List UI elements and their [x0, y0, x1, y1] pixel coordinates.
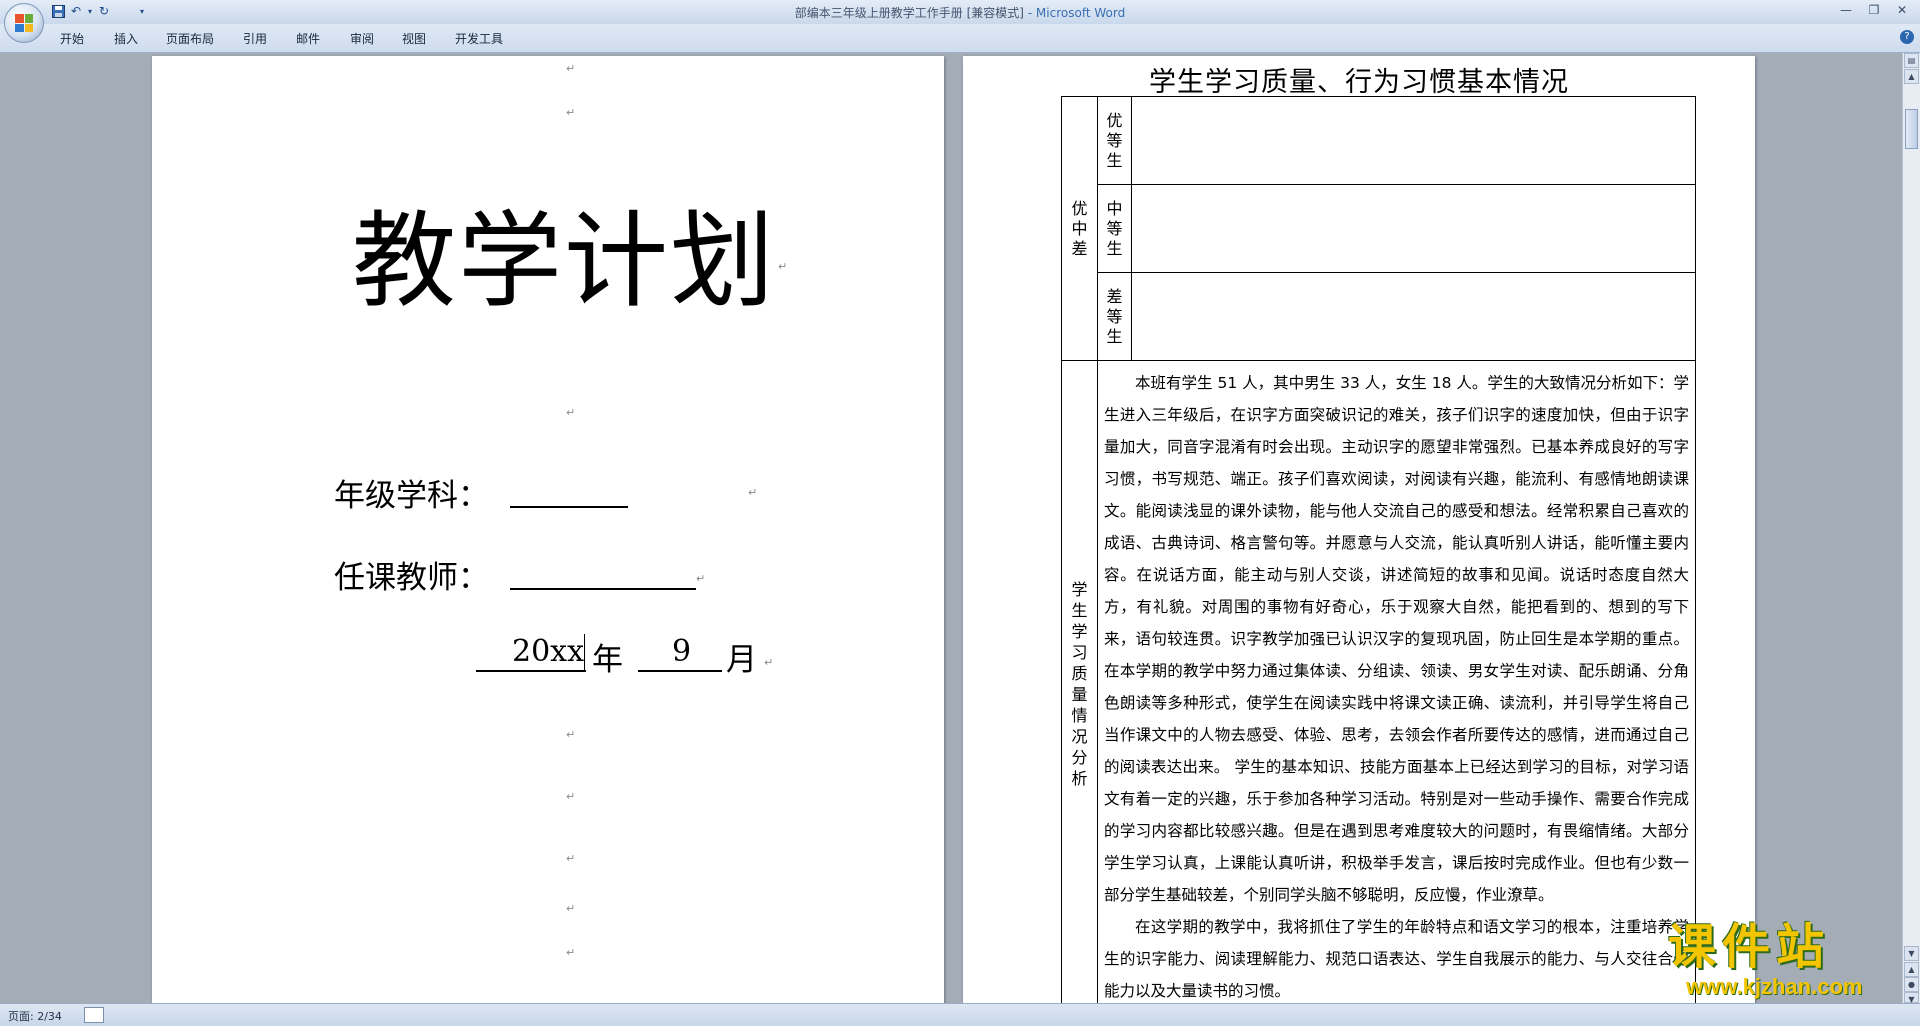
ruler-toggle-icon[interactable]: ▤	[1904, 53, 1919, 68]
plan-paragraph: 在这学期的教学中，我将抓住了学生的年龄特点和语文学习的根本，注重培养学生的识字能…	[1104, 918, 1689, 1000]
office-logo-icon	[15, 14, 33, 32]
year-underline	[476, 670, 586, 672]
table-row: 中等生	[1062, 184, 1696, 273]
document-workspace[interactable]: ↵ ↵ 教学计划 ↵ ↵ 年级学科： ↵ 任课教师： ↵ 20xx 年 9 月 …	[0, 53, 1903, 1003]
low-students-cell[interactable]	[1131, 272, 1696, 361]
level-label-cell: 差等生	[1097, 272, 1132, 361]
year-unit: 年	[592, 642, 623, 678]
previous-page-icon[interactable]: ▲	[1904, 962, 1919, 977]
table-row: 差等生	[1062, 272, 1696, 361]
group-label: 优中差	[1071, 198, 1088, 258]
paragraph-mark: ↵	[748, 486, 758, 499]
month-unit: 月	[726, 642, 757, 678]
level-label-cell: 优等生	[1097, 96, 1132, 185]
title-bar: ↶ ▾ ↻ ▾ 部编本三年级上册教学工作手册 [兼容模式] - Microsof…	[0, 0, 1920, 43]
paragraph-mark: ↵	[566, 728, 576, 741]
tab-insert[interactable]: 插入	[114, 30, 138, 47]
top-students-cell[interactable]	[1131, 96, 1696, 185]
paragraph-mark: ↵	[764, 656, 774, 669]
tab-view[interactable]: 视图	[402, 30, 426, 47]
next-page-icon[interactable]: ▼	[1904, 992, 1919, 1004]
watermark-url: www.kjzhan.com	[1686, 974, 1863, 999]
month-value[interactable]: 9	[672, 634, 691, 669]
middle-students-cell[interactable]	[1131, 184, 1696, 273]
paragraph-mark: ↵	[566, 946, 576, 959]
section-heading: 学生学习质量、行为习惯基本情况	[1149, 67, 1569, 98]
vertical-scrollbar[interactable]: ▤ ▲ ▼ ▲ ● ▼	[1902, 53, 1920, 1004]
paragraph-mark: ↵	[566, 62, 576, 75]
analysis-content-cell[interactable]: 本班有学生 51 人，其中男生 33 人，女生 18 人。学生的大致情况分析如下…	[1097, 360, 1696, 1003]
paragraph-mark: ↵	[566, 902, 576, 915]
paragraph-mark: ↵	[566, 790, 576, 803]
paragraph-mark: ↵	[778, 260, 788, 273]
analysis-paragraph: 本班有学生 51 人，其中男生 33 人，女生 18 人。学生的大致情况分析如下…	[1104, 374, 1689, 904]
tab-mailings[interactable]: 邮件	[296, 30, 320, 47]
app-name: - Microsoft Word	[1023, 6, 1126, 20]
help-icon[interactable]: ?	[1900, 30, 1914, 44]
status-bar: 页面: 2/34	[0, 1003, 1920, 1026]
watermark-name: 课件站	[1668, 919, 1831, 975]
analysis-label-cell: 学生学习质量情况分析	[1061, 360, 1098, 1003]
tab-review[interactable]: 审阅	[350, 30, 374, 47]
paragraph-mark: ↵	[566, 106, 576, 119]
paragraph-mark: ↵	[566, 852, 576, 865]
level-label-cell: 中等生	[1097, 184, 1132, 273]
proofing-icon[interactable]	[84, 1007, 104, 1023]
paragraph-mark: ↵	[566, 406, 576, 419]
group-label-cell: 优中差	[1061, 96, 1098, 361]
student-table: 优中差 优等生 中等生 差等生 学生学习质量情况分析 本班有学生 51 人，其中…	[1061, 96, 1696, 1003]
tab-page-layout[interactable]: 页面布局	[166, 30, 214, 47]
browse-object-icon[interactable]: ●	[1904, 977, 1919, 992]
grade-subject-label: 年级学科：	[334, 478, 489, 514]
year-value[interactable]: 20xx	[512, 634, 584, 669]
page-student-analysis[interactable]: 学生学习质量、行为习惯基本情况 优中差 优等生 中等生 差等生 学 生 学 习 …	[963, 56, 1755, 1003]
scroll-up-icon[interactable]: ▲	[1904, 69, 1919, 84]
month-underline	[638, 670, 722, 672]
tab-home[interactable]: 开始	[60, 30, 84, 47]
ribbon-tabs: 开始 插入 页面布局 引用 邮件 审阅 视图 开发工具 ?	[0, 24, 1920, 53]
text-cursor	[584, 634, 585, 672]
close-button[interactable]: ✕	[1890, 1, 1914, 19]
grade-subject-blank[interactable]	[510, 506, 628, 508]
page-cover[interactable]: ↵ ↵ 教学计划 ↵ ↵ 年级学科： ↵ 任课教师： ↵ 20xx 年 9 月 …	[152, 56, 944, 1003]
document-name: 部编本三年级上册教学工作手册 [兼容模式]	[794, 6, 1024, 20]
table-row: 优中差 优等生	[1061, 96, 1696, 361]
cover-title: 教学计划	[352, 200, 777, 322]
level-low: 差等生	[1106, 286, 1123, 346]
scroll-down-icon[interactable]: ▼	[1904, 946, 1919, 961]
teacher-label: 任课教师：	[334, 560, 489, 596]
paragraph-mark: ↵	[696, 572, 706, 585]
window-title: 部编本三年级上册教学工作手册 [兼容模式] - Microsoft Word	[0, 4, 1920, 21]
scroll-thumb[interactable]	[1905, 109, 1918, 149]
level-top: 优等生	[1106, 110, 1123, 170]
office-button[interactable]	[4, 3, 44, 43]
tab-developer[interactable]: 开发工具	[455, 30, 503, 47]
analysis-label: 学生学习质量情况分析	[1071, 580, 1088, 788]
table-row: 学生学习质量情况分析 本班有学生 51 人，其中男生 33 人，女生 18 人。…	[1061, 360, 1696, 1003]
restore-button[interactable]: ❐	[1862, 1, 1886, 19]
teacher-blank[interactable]	[510, 588, 696, 590]
minimize-button[interactable]: —	[1834, 1, 1858, 19]
page-number-status[interactable]: 页面: 2/34	[8, 1008, 62, 1024]
level-middle: 中等生	[1106, 198, 1123, 258]
watermark-logo: 课件站 www.kjzhan.com	[1668, 920, 1904, 1002]
tab-references[interactable]: 引用	[243, 30, 267, 47]
